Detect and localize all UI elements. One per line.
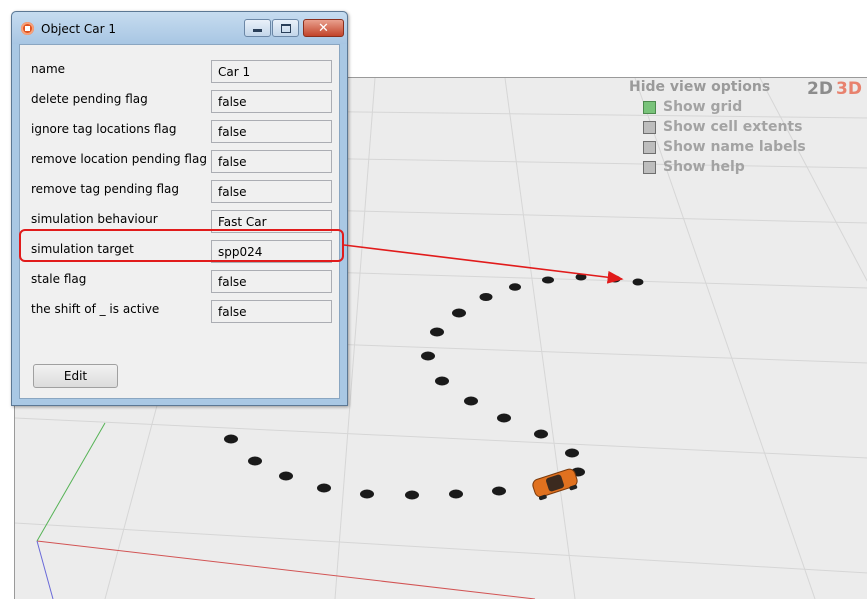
- property-label-remove-tag-pending-flag: remove tag pending flag: [31, 182, 179, 196]
- property-label-remove-location-pending-flag: remove location pending flag: [31, 152, 207, 166]
- show-help-label: Show help: [663, 159, 745, 175]
- window-title: Object Car 1: [41, 22, 117, 36]
- property-value-remove-location-pending-flag[interactable]: false: [211, 150, 332, 173]
- property-value-remove-tag-pending-flag[interactable]: false: [211, 180, 332, 203]
- minimize-icon: [245, 20, 270, 36]
- show-help-checkbox[interactable]: [643, 160, 656, 174]
- show-grid-checkbox[interactable]: [643, 100, 656, 114]
- property-value-stale-flag[interactable]: false: [211, 270, 332, 293]
- property-value-shift-active[interactable]: false: [211, 300, 332, 323]
- show-name-labels-label: Show name labels: [663, 139, 806, 155]
- minimize-button[interactable]: [244, 19, 271, 37]
- maximize-icon: [273, 20, 298, 36]
- property-value-name[interactable]: Car 1: [211, 60, 332, 83]
- window-titlebar[interactable]: Object Car 1 ✕: [12, 12, 347, 44]
- simulation-target-highlight: [19, 229, 344, 262]
- maximize-button[interactable]: [272, 19, 299, 37]
- property-value-delete-pending-flag[interactable]: false: [211, 90, 332, 113]
- property-value-ignore-tag-locations-flag[interactable]: false: [211, 120, 332, 143]
- mode-2d-button[interactable]: 2D: [807, 79, 833, 99]
- show-cell-extents-checkbox[interactable]: [643, 120, 656, 134]
- app-icon: [21, 22, 34, 35]
- hide-view-options-link[interactable]: Hide view options: [629, 79, 770, 95]
- mode-3d-button[interactable]: 3D: [836, 79, 862, 99]
- x-axis-line: [36, 540, 536, 599]
- close-icon: ✕: [318, 20, 329, 36]
- z-axis-line: [36, 540, 54, 599]
- object-properties-window: Object Car 1 ✕ name Car 1 delete pending…: [11, 11, 348, 406]
- show-cell-extents-label: Show cell extents: [663, 119, 803, 135]
- properties-panel: name Car 1 delete pending flag false ign…: [19, 44, 340, 399]
- show-help-option[interactable]: Show help: [643, 159, 745, 175]
- show-grid-option[interactable]: Show grid: [643, 99, 742, 115]
- property-label-stale-flag: stale flag: [31, 272, 87, 286]
- show-cell-extents-option[interactable]: Show cell extents: [643, 119, 802, 135]
- edit-button[interactable]: Edit: [33, 364, 118, 388]
- y-axis-line: [36, 422, 106, 542]
- show-grid-label: Show grid: [663, 99, 743, 115]
- property-label-ignore-tag-locations-flag: ignore tag locations flag: [31, 122, 177, 136]
- close-button[interactable]: ✕: [303, 19, 344, 37]
- property-label-simulation-behaviour: simulation behaviour: [31, 212, 158, 226]
- show-name-labels-checkbox[interactable]: [643, 140, 656, 154]
- show-name-labels-option[interactable]: Show name labels: [643, 139, 806, 155]
- property-label-shift-active: the shift of _ is active: [31, 302, 160, 316]
- car-model: [532, 468, 578, 501]
- property-label-name: name: [31, 62, 66, 76]
- property-label-delete-pending-flag: delete pending flag: [31, 92, 148, 106]
